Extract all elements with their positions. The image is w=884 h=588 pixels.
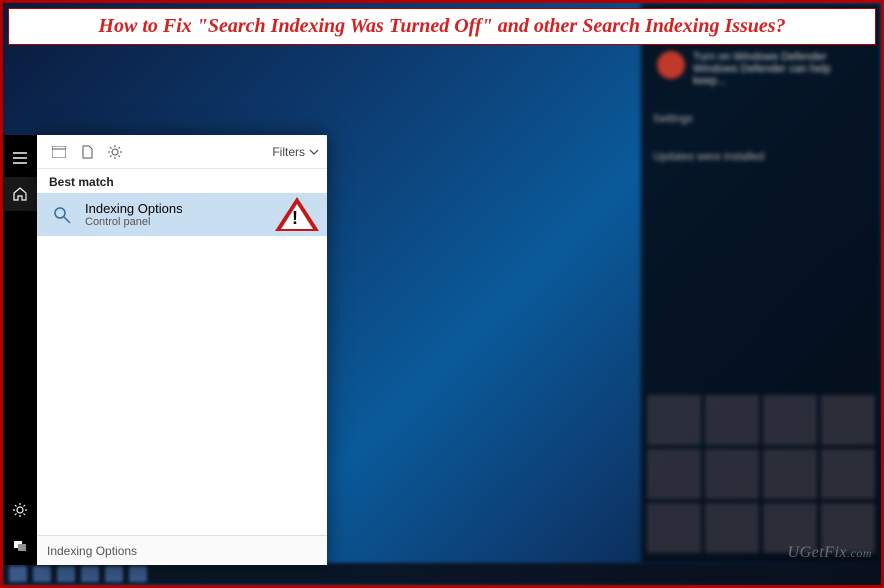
filters-label: Filters bbox=[272, 145, 305, 159]
quick-action-tiles bbox=[647, 395, 875, 553]
notification-item[interactable]: Turn on Windows Defender Windows Defende… bbox=[649, 43, 873, 95]
taskview-icon[interactable] bbox=[57, 566, 75, 582]
quick-tile[interactable] bbox=[705, 395, 759, 445]
taskbar-app[interactable] bbox=[105, 566, 123, 582]
chevron-down-icon bbox=[309, 149, 319, 155]
updates-line: Updates were installed bbox=[641, 143, 881, 171]
home-icon[interactable] bbox=[3, 177, 37, 211]
settings-filter-icon[interactable] bbox=[101, 138, 129, 166]
defender-icon bbox=[657, 51, 685, 79]
notification-title: Turn on Windows Defender bbox=[693, 51, 865, 63]
action-center-panel: ACTION CENTER Turn on Windows Defender W… bbox=[641, 3, 881, 563]
taskbar-app[interactable] bbox=[129, 566, 147, 582]
best-match-label: Best match bbox=[37, 169, 327, 193]
quick-tile[interactable] bbox=[821, 395, 875, 445]
quick-tile[interactable] bbox=[647, 503, 701, 553]
search-rail bbox=[3, 135, 37, 565]
taskbar-search-icon[interactable] bbox=[33, 566, 51, 582]
quick-tile[interactable] bbox=[705, 503, 759, 553]
watermark: UGetFix.com bbox=[788, 544, 872, 562]
quick-tile[interactable] bbox=[763, 395, 817, 445]
page-title-banner: How to Fix "Search Indexing Was Turned O… bbox=[8, 8, 876, 45]
apps-filter-icon[interactable] bbox=[45, 138, 73, 166]
search-query-text: Indexing Options bbox=[47, 544, 137, 558]
filters-dropdown[interactable]: Filters bbox=[272, 145, 319, 159]
gear-icon[interactable] bbox=[3, 493, 37, 527]
quick-tile[interactable] bbox=[763, 449, 817, 499]
feedback-icon[interactable] bbox=[3, 529, 37, 563]
warning-icon bbox=[275, 197, 319, 231]
settings-section-label: Settings bbox=[641, 105, 881, 133]
search-filter-header: Filters bbox=[37, 135, 327, 169]
watermark-main: UGetFix bbox=[788, 544, 847, 561]
quick-tile[interactable] bbox=[647, 449, 701, 499]
search-input[interactable]: Indexing Options bbox=[37, 535, 327, 565]
hamburger-icon[interactable] bbox=[3, 141, 37, 175]
watermark-suffix: .com bbox=[847, 546, 872, 560]
documents-filter-icon[interactable] bbox=[73, 138, 101, 166]
result-subtitle: Control panel bbox=[85, 216, 183, 228]
search-results-popup: Filters Best match Indexing Options Cont… bbox=[37, 135, 327, 565]
notification-body: Windows Defender can help keep... bbox=[693, 63, 865, 87]
taskbar bbox=[3, 563, 881, 585]
search-results-body bbox=[37, 236, 327, 535]
quick-tile[interactable] bbox=[821, 449, 875, 499]
quick-tile[interactable] bbox=[647, 395, 701, 445]
result-title: Indexing Options bbox=[85, 201, 183, 216]
title-text: How to Fix "Search Indexing Was Turned O… bbox=[98, 15, 785, 37]
start-button[interactable] bbox=[9, 566, 27, 582]
indexing-icon bbox=[51, 203, 75, 227]
taskbar-app[interactable] bbox=[81, 566, 99, 582]
search-result-indexing-options[interactable]: Indexing Options Control panel bbox=[37, 193, 327, 236]
quick-tile[interactable] bbox=[705, 449, 759, 499]
